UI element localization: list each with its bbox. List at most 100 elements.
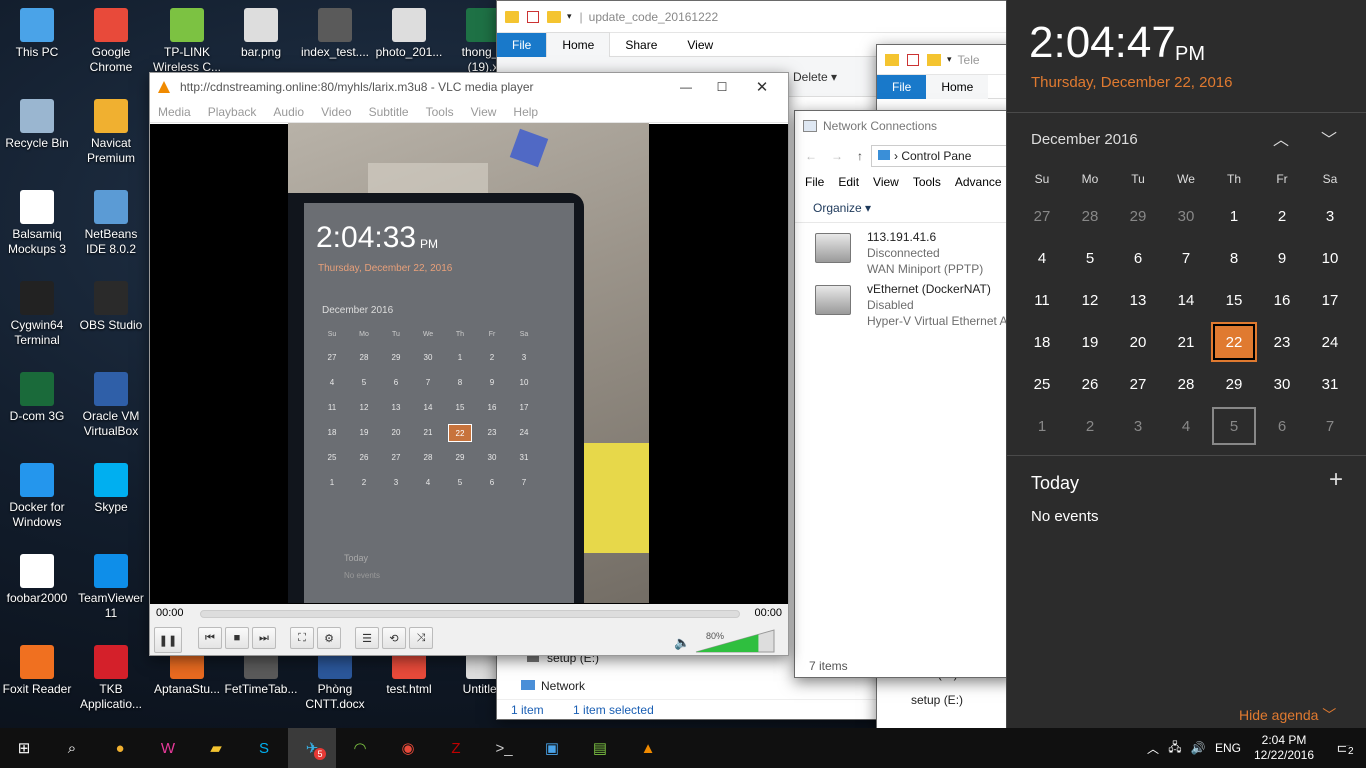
- back-arrow-icon[interactable]: ←: [805, 149, 817, 163]
- tab-home[interactable]: Home: [546, 32, 611, 57]
- nav-item-network[interactable]: Network: [497, 665, 657, 693]
- task-manager-icon[interactable]: ▤: [576, 728, 624, 768]
- skype-icon[interactable]: S: [240, 728, 288, 768]
- seek-bar[interactable]: [200, 610, 740, 618]
- close-button[interactable]: ✕: [744, 78, 780, 96]
- desktop-icon[interactable]: TeamViewer 11: [74, 546, 148, 634]
- delete-button[interactable]: Delete ▾: [793, 70, 837, 84]
- clock-date[interactable]: Thursday, December 22, 2016: [1031, 74, 1233, 91]
- menu-help[interactable]: Help: [513, 105, 538, 119]
- calendar-month[interactable]: December 2016: [1031, 131, 1138, 148]
- calendar-day[interactable]: 13: [1115, 281, 1161, 319]
- menu-media[interactable]: Media: [158, 105, 191, 119]
- calendar-day[interactable]: 1: [1019, 407, 1065, 445]
- menu-audio[interactable]: Audio: [273, 105, 304, 119]
- tab-share[interactable]: Share: [610, 33, 672, 57]
- menu-tools[interactable]: Tools: [913, 175, 941, 189]
- calendar-day[interactable]: 27: [1115, 365, 1161, 403]
- calendar-day[interactable]: 26: [1067, 365, 1113, 403]
- calendar-day[interactable]: 29: [1211, 365, 1257, 403]
- tab-home[interactable]: Home: [926, 74, 989, 99]
- menu-video[interactable]: Video: [321, 105, 351, 119]
- calendar-day[interactable]: 29: [1115, 197, 1161, 235]
- desktop-icon[interactable]: Docker for Windows: [0, 455, 74, 543]
- netconn-titlebar[interactable]: Network Connections: [795, 111, 1015, 141]
- calendar-day[interactable]: 24: [1307, 323, 1353, 361]
- checkmark-icon[interactable]: [907, 53, 919, 66]
- calendar-day[interactable]: 18: [1019, 323, 1065, 361]
- action-center-icon[interactable]: ▭ 2: [1322, 728, 1366, 768]
- search-icon[interactable]: ⌕: [48, 728, 96, 768]
- vlc-titlebar[interactable]: http://cdnstreaming.online:80/myhls/lari…: [150, 73, 788, 101]
- chevron-down-icon[interactable]: ﹀: [1321, 126, 1337, 150]
- calendar-day[interactable]: 31: [1307, 365, 1353, 403]
- desktop-icon[interactable]: Skype: [74, 455, 148, 543]
- desktop-icon[interactable]: Cygwin64 Terminal: [0, 273, 74, 361]
- up-arrow-icon[interactable]: ↑: [857, 149, 863, 163]
- calendar-day[interactable]: 22: [1213, 324, 1255, 360]
- cmd-icon[interactable]: >_: [480, 728, 528, 768]
- calendar-day[interactable]: 11: [1019, 281, 1065, 319]
- stop-button[interactable]: ■: [225, 627, 249, 649]
- wifi-app-icon[interactable]: ◠: [336, 728, 384, 768]
- calendar-day[interactable]: 20: [1115, 323, 1161, 361]
- calendar-day[interactable]: 28: [1067, 197, 1113, 235]
- volume-slider[interactable]: [694, 628, 776, 654]
- calendar-day[interactable]: 16: [1259, 281, 1305, 319]
- menu-view[interactable]: View: [873, 175, 899, 189]
- checkmark-icon[interactable]: [527, 10, 539, 23]
- breadcrumb[interactable]: › Control Pane: [871, 145, 1015, 167]
- calendar-day[interactable]: 28: [1163, 365, 1209, 403]
- network-connections-window[interactable]: Network Connections ← → ↑ › Control Pane…: [794, 110, 1016, 678]
- menu-tools[interactable]: Tools: [426, 105, 454, 119]
- calendar-day[interactable]: 21: [1163, 323, 1209, 361]
- desktop-icon[interactable]: This PC: [0, 0, 74, 88]
- calendar-day[interactable]: 10: [1307, 239, 1353, 277]
- calendar-day[interactable]: 12: [1067, 281, 1113, 319]
- tab-view[interactable]: View: [672, 33, 728, 57]
- telegram-icon[interactable]: ✈ 5: [288, 728, 336, 768]
- menu-view[interactable]: View: [471, 105, 497, 119]
- speaker-icon[interactable]: 🔈: [674, 635, 690, 651]
- shuffle-button[interactable]: ⤨: [409, 627, 433, 649]
- calendar-day[interactable]: 9: [1259, 239, 1305, 277]
- connection-item[interactable]: vEthernet (DockerNAT) Disabled Hyper-V Vir…: [795, 281, 1015, 333]
- nav-item-setup[interactable]: setup (E:): [877, 681, 1015, 707]
- calendar-day[interactable]: 5: [1067, 239, 1113, 277]
- file-explorer-icon[interactable]: ▰: [192, 728, 240, 768]
- organize-button[interactable]: Organize ▾: [813, 201, 871, 215]
- tab-file[interactable]: File: [877, 74, 927, 99]
- desktop-icon[interactable]: Recycle Bin: [0, 91, 74, 179]
- dropdown-icon[interactable]: ▾: [947, 54, 952, 65]
- desktop-icon[interactable]: Balsamiq Mockups 3: [0, 182, 74, 270]
- next-button[interactable]: ⏭: [252, 627, 276, 649]
- calendar-day[interactable]: 3: [1115, 407, 1161, 445]
- calendar-day[interactable]: 4: [1019, 239, 1065, 277]
- remote-desktop-icon[interactable]: ▣: [528, 728, 576, 768]
- tray-chevron-icon[interactable]: ︿: [1142, 740, 1164, 757]
- calendar-day[interactable]: 15: [1211, 281, 1257, 319]
- calendar-day[interactable]: 7: [1307, 407, 1353, 445]
- add-event-icon[interactable]: +: [1329, 466, 1343, 494]
- desktop-icon[interactable]: D-com 3G: [0, 364, 74, 452]
- menu-playback[interactable]: Playback: [208, 105, 257, 119]
- calendar-day[interactable]: 30: [1163, 197, 1209, 235]
- calendar-day[interactable]: 7: [1163, 239, 1209, 277]
- explorer-titlebar[interactable]: ▾ | update_code_20161222: [497, 1, 1015, 33]
- vlc-icon[interactable]: ▲: [624, 728, 672, 768]
- calendar-day[interactable]: 6: [1115, 239, 1161, 277]
- chevron-up-icon[interactable]: ︿: [1273, 126, 1289, 150]
- maximize-button[interactable]: ☐: [700, 80, 744, 94]
- calendar-day[interactable]: 2: [1067, 407, 1113, 445]
- calendar-day[interactable]: 2: [1259, 197, 1305, 235]
- menu-advanced[interactable]: Advance: [955, 175, 1002, 189]
- dropdown-icon[interactable]: ▾: [567, 11, 572, 22]
- minimize-button[interactable]: —: [672, 80, 700, 94]
- language-indicator[interactable]: ENG: [1210, 741, 1246, 755]
- webstorm-icon[interactable]: W: [144, 728, 192, 768]
- desktop-icon[interactable]: Google Chrome: [74, 0, 148, 88]
- menu-subtitle[interactable]: Subtitle: [369, 105, 409, 119]
- calendar-day[interactable]: 23: [1259, 323, 1305, 361]
- menu-file[interactable]: File: [805, 175, 824, 189]
- calendar-day[interactable]: 6: [1259, 407, 1305, 445]
